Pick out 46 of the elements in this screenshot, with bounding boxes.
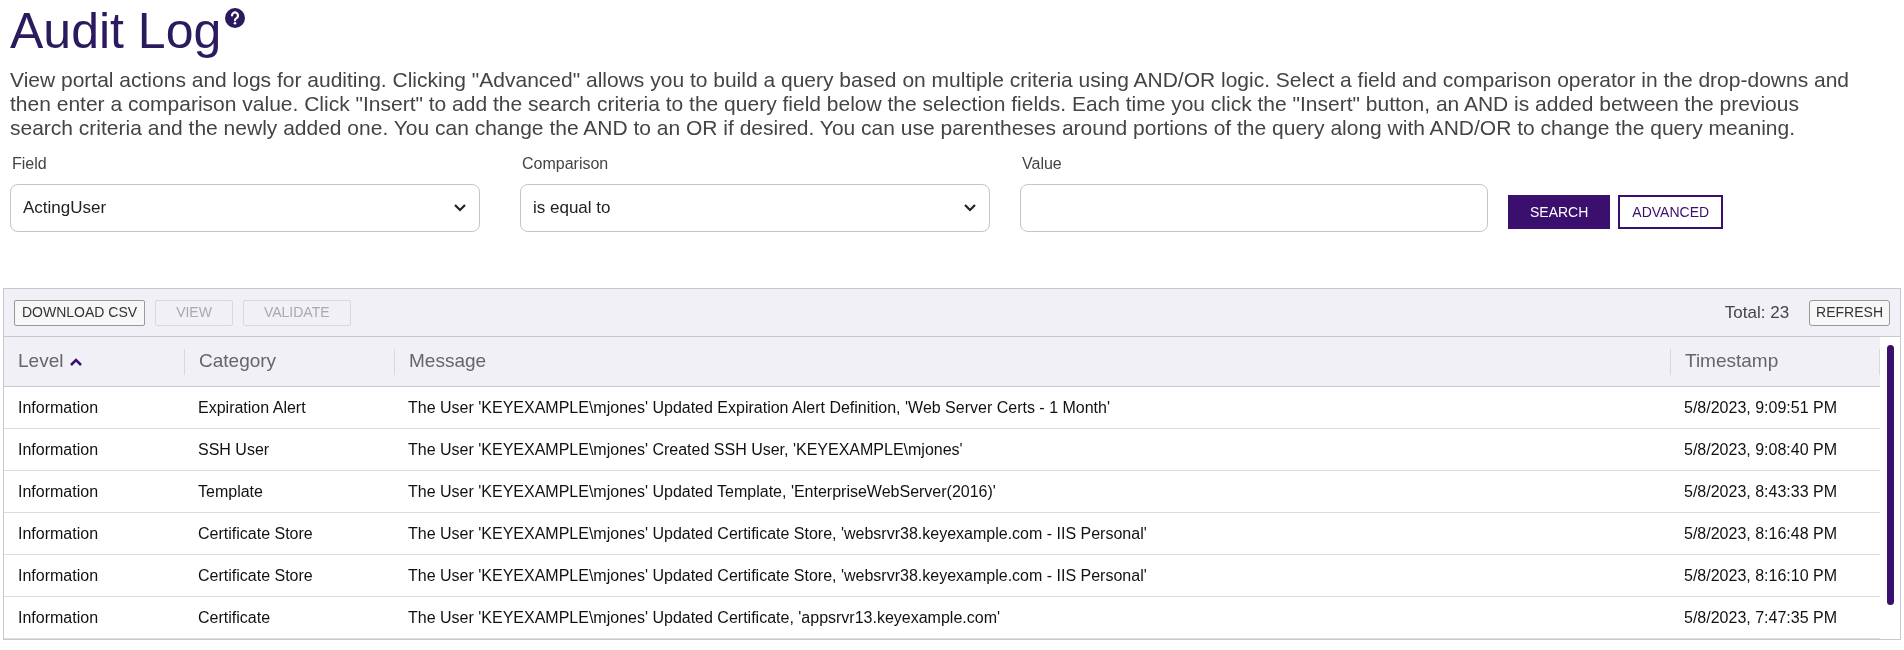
field-label: Value bbox=[1021, 154, 1063, 174]
table-cell: 5/8/2023, 8:16:48 PM bbox=[1684, 524, 1837, 542]
column-header[interactable]: Category bbox=[199, 347, 277, 376]
search-button[interactable]: SEARCH bbox=[1508, 195, 1611, 229]
table-cell: The User 'KEYEXAMPLE\mjones' Created SSH User, 'KEYEXAMPLE\mjones' bbox=[408, 440, 963, 458]
table-cell: SSH User bbox=[198, 440, 270, 458]
table-cell: Information bbox=[18, 608, 99, 626]
table-cell: Template bbox=[198, 482, 263, 500]
toolbar-button[interactable]: DOWNLOAD CSV bbox=[14, 299, 146, 326]
table-cell: The User 'KEYEXAMPLE\mjones' Updated Certificate Store, 'websrvr38.keyexample.com - IIS Personal' bbox=[408, 524, 1147, 542]
column-header[interactable]: Message bbox=[409, 347, 487, 376]
table-cell: Information bbox=[18, 440, 99, 458]
refresh-button[interactable]: REFRESH bbox=[1809, 299, 1890, 326]
table-cell: 5/8/2023, 7:47:35 PM bbox=[1684, 608, 1837, 626]
table-cell: Certificate bbox=[198, 608, 271, 626]
table-cell: 5/8/2023, 8:43:33 PM bbox=[1684, 482, 1837, 500]
column-header[interactable]: Timestamp bbox=[1685, 347, 1779, 376]
table-cell: 5/8/2023, 9:08:40 PM bbox=[1684, 440, 1837, 458]
table-cell: 5/8/2023, 8:16:10 PM bbox=[1684, 566, 1837, 584]
help-icon[interactable] bbox=[225, 8, 246, 28]
table-cell: The User 'KEYEXAMPLE\mjones' Updated Template, 'EnterpriseWebServer(2016)' bbox=[408, 482, 996, 500]
dropdown[interactable]: is equal to bbox=[520, 184, 990, 232]
chevron-up-icon bbox=[69, 356, 84, 367]
dropdown[interactable]: ActingUser bbox=[10, 184, 480, 232]
table-cell: Expiration Alert bbox=[198, 398, 306, 416]
page-title: Audit Log bbox=[10, 2, 222, 60]
description-text: View portal actions and logs for auditing. Clicking "Advanced" allows you to build a query based on multiple criteria using AND/OR logic. Select a field and comparison operator in the drop-downs and then enter a comparison value. Click "Insert" to add the search criteria to the query field below the selection fields. Each time you click the "Insert" button, an AND is added between the previous search criteria and the newly added one. You can change the AND to an OR if desired. You can use parentheses around portions of the query along with AND/OR to change the query meaning. bbox=[10, 68, 1850, 140]
scrollbar-thumb[interactable] bbox=[1886, 345, 1894, 605]
table-cell: Information bbox=[18, 482, 99, 500]
table-cell: Certificate Store bbox=[198, 566, 313, 584]
table-cell: Information bbox=[18, 398, 99, 416]
table-cell: Information bbox=[18, 524, 99, 542]
chevron-down-icon bbox=[453, 203, 467, 213]
table-cell: Certificate Store bbox=[198, 524, 313, 542]
field-label: Field bbox=[11, 154, 48, 174]
chevron-down-icon bbox=[963, 203, 977, 213]
table-cell: The User 'KEYEXAMPLE\mjones' Updated Expiration Alert Definition, 'Web Server Certs - 1 Month' bbox=[408, 398, 1110, 416]
field-label: Comparison bbox=[521, 154, 610, 174]
table-cell: The User 'KEYEXAMPLE\mjones' Updated Certificate Store, 'websrvr38.keyexample.com - IIS Personal' bbox=[408, 566, 1147, 584]
value-input[interactable] bbox=[1020, 184, 1488, 232]
table-cell: The User 'KEYEXAMPLE\mjones' Updated Certificate, 'appsrvr13.keyexample.com' bbox=[408, 608, 1001, 626]
table-cell: 5/8/2023, 9:09:51 PM bbox=[1684, 398, 1837, 416]
table-cell: Information bbox=[18, 566, 99, 584]
column-header[interactable]: Level bbox=[18, 347, 84, 376]
total-count: Total: 23 bbox=[1724, 301, 1790, 324]
advanced-button[interactable]: ADVANCED bbox=[1618, 195, 1724, 229]
